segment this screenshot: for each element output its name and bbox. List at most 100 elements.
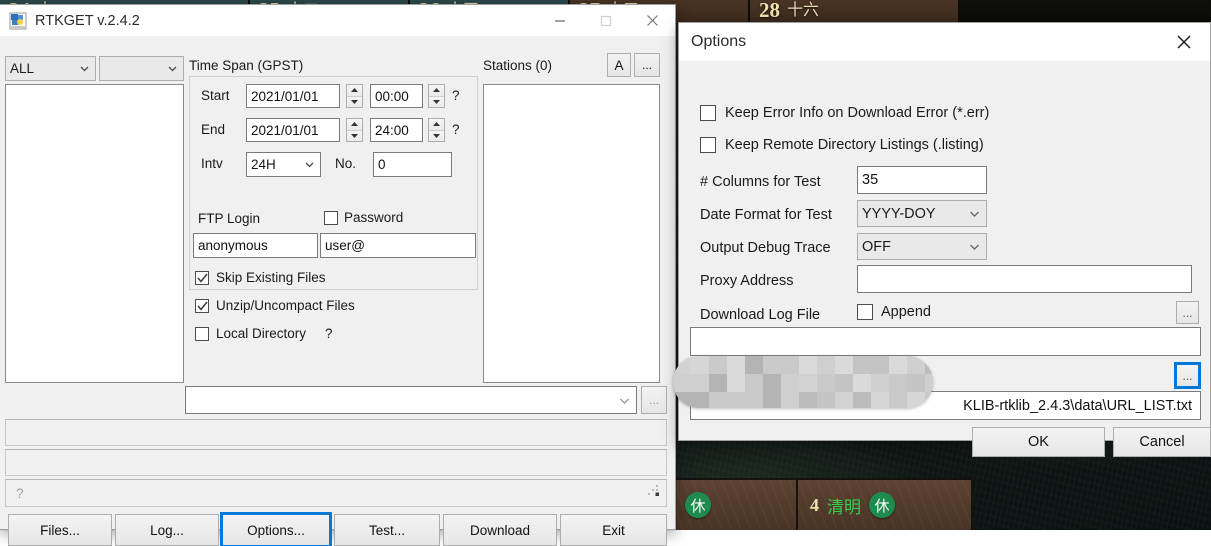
chevron-down-icon: [617, 393, 632, 408]
options-titlebar[interactable]: Options: [679, 23, 1210, 61]
main-window-title: RTKGET v.2.4.2: [35, 12, 140, 29]
start-date-input[interactable]: 2021/01/01: [246, 84, 340, 108]
start-time-input[interactable]: 00:00: [370, 84, 423, 108]
unzip-uncompact-files-label: Unzip/Uncompact Files: [216, 298, 355, 313]
append-checkbox[interactable]: [857, 304, 873, 320]
files-button[interactable]: Files...: [8, 514, 112, 546]
skip-existing-files-label: Skip Existing Files: [216, 270, 326, 285]
skip-existing-files-checkbox[interactable]: [195, 270, 209, 285]
rest-day-badge: 休: [685, 492, 711, 518]
main-window-controls: [537, 5, 675, 36]
start-help-icon[interactable]: ?: [452, 88, 460, 103]
test-button[interactable]: Test...: [334, 514, 440, 546]
no-input[interactable]: 0: [373, 152, 452, 177]
keep-remote-listing-checkbox[interactable]: [700, 137, 716, 153]
rtkget-app-icon: [9, 12, 27, 30]
keep-remote-listing-row[interactable]: Keep Remote Directory Listings (.listing…: [700, 137, 984, 153]
keep-error-info-checkbox[interactable]: [700, 105, 716, 121]
rest-day-badge: 休: [869, 492, 895, 518]
end-time-spinner[interactable]: [428, 118, 445, 142]
spinner-down-icon[interactable]: [429, 96, 444, 107]
calendar-day-cell: 4 清明 休: [798, 478, 973, 530]
options-button[interactable]: Options...: [220, 512, 332, 546]
chevron-down-icon: [303, 158, 316, 171]
exit-button[interactable]: Exit: [560, 514, 667, 546]
spinner-up-icon[interactable]: [429, 119, 444, 131]
start-label: Start: [201, 88, 230, 103]
proxy-address-input[interactable]: [857, 265, 1192, 293]
calendar-day-number: 4: [810, 494, 819, 515]
password-label: Password: [344, 210, 404, 225]
no-label: No.: [335, 156, 357, 171]
ftp-user-input[interactable]: anonymous: [193, 233, 318, 258]
minimize-icon[interactable]: [537, 5, 583, 36]
keep-error-info-row[interactable]: Keep Error Info on Download Error (*.err…: [700, 105, 989, 121]
end-date-spinner[interactable]: [346, 118, 363, 142]
calendar-day-cell: 休: [673, 478, 798, 530]
local-directory-row[interactable]: Local Directory ?: [195, 326, 333, 341]
start-time-spinner[interactable]: [428, 84, 445, 108]
columns-for-test-input[interactable]: 35: [857, 166, 987, 194]
sub-type-combo[interactable]: [99, 56, 184, 81]
resize-grip-icon[interactable]: [647, 484, 660, 502]
close-icon[interactable]: [1158, 23, 1210, 61]
spinner-down-icon[interactable]: [429, 130, 444, 141]
calendar-day-cell: [960, 0, 1211, 22]
close-icon[interactable]: [629, 5, 675, 36]
download-log-file-browse-button[interactable]: ...: [1176, 301, 1199, 324]
calendar-festival-label: 清明: [827, 497, 861, 518]
intv-combo[interactable]: 24H: [246, 152, 321, 177]
end-label: End: [201, 122, 226, 137]
spinner-up-icon[interactable]: [429, 85, 444, 97]
end-date-input[interactable]: 2021/01/01: [246, 118, 340, 142]
unzip-uncompact-files-row[interactable]: Unzip/Uncompact Files: [195, 298, 355, 313]
spinner-down-icon[interactable]: [347, 130, 362, 141]
date-format-for-test-combo[interactable]: YYYY-DOY: [857, 200, 987, 227]
data-type-combo-value: ALL: [10, 61, 35, 76]
local-directory-help-icon[interactable]: ?: [325, 326, 333, 341]
maximize-icon[interactable]: [583, 5, 629, 36]
keep-remote-listing-label: Keep Remote Directory Listings (.listing…: [725, 137, 984, 153]
ftp-login-label: FTP Login: [198, 211, 261, 226]
chevron-down-icon: [967, 239, 982, 254]
password-checkbox-row[interactable]: Password: [324, 210, 403, 225]
download-log-file-label: Download Log File: [700, 307, 821, 323]
file-list-box[interactable]: [5, 84, 184, 383]
local-directory-label: Local Directory: [216, 326, 307, 341]
data-type-combo[interactable]: ALL: [5, 56, 96, 81]
password-checkbox[interactable]: [324, 210, 338, 225]
url-list-file-browse-button[interactable]: ...: [1174, 362, 1201, 389]
calendar-day-cell: 28 十六: [750, 0, 960, 22]
local-directory-combo[interactable]: [185, 386, 637, 414]
ftp-password-input[interactable]: user@: [320, 233, 476, 258]
chevron-down-icon: [78, 62, 91, 75]
stations-more-button[interactable]: ...: [634, 53, 660, 77]
spinner-up-icon[interactable]: [347, 119, 362, 131]
spinner-down-icon[interactable]: [347, 96, 362, 107]
download-log-file-input[interactable]: [690, 327, 1201, 356]
download-button[interactable]: Download: [443, 514, 557, 546]
redaction-mosaic-overlay: [673, 356, 933, 408]
output-debug-trace-combo[interactable]: OFF: [857, 233, 987, 260]
local-directory-browse-button[interactable]: ...: [641, 386, 667, 414]
rtkget-main-window: RTKGET v.2.4.2 ALL Time Span (GPST) Star…: [0, 4, 676, 546]
local-directory-checkbox[interactable]: [195, 326, 209, 341]
start-date-spinner[interactable]: [346, 84, 363, 108]
skip-existing-files-row[interactable]: Skip Existing Files: [195, 270, 326, 285]
main-titlebar[interactable]: RTKGET v.2.4.2: [0, 5, 675, 36]
output-debug-trace-label: Output Debug Trace: [700, 240, 831, 256]
append-label: Append: [881, 304, 931, 320]
spinner-up-icon[interactable]: [347, 85, 362, 97]
stations-list-box[interactable]: [483, 84, 660, 383]
intv-combo-value: 24H: [251, 157, 276, 172]
end-help-icon[interactable]: ?: [452, 122, 460, 137]
append-checkbox-row[interactable]: Append: [857, 304, 931, 320]
options-dialog-title: Options: [691, 33, 747, 50]
stations-select-all-button[interactable]: A: [607, 53, 631, 77]
end-time-input[interactable]: 24:00: [370, 118, 423, 142]
ok-button[interactable]: OK: [972, 427, 1105, 457]
unzip-uncompact-files-checkbox[interactable]: [195, 298, 209, 313]
progress-strip-1: [5, 419, 667, 446]
cancel-button[interactable]: Cancel: [1113, 427, 1211, 457]
log-button[interactable]: Log...: [115, 514, 219, 546]
